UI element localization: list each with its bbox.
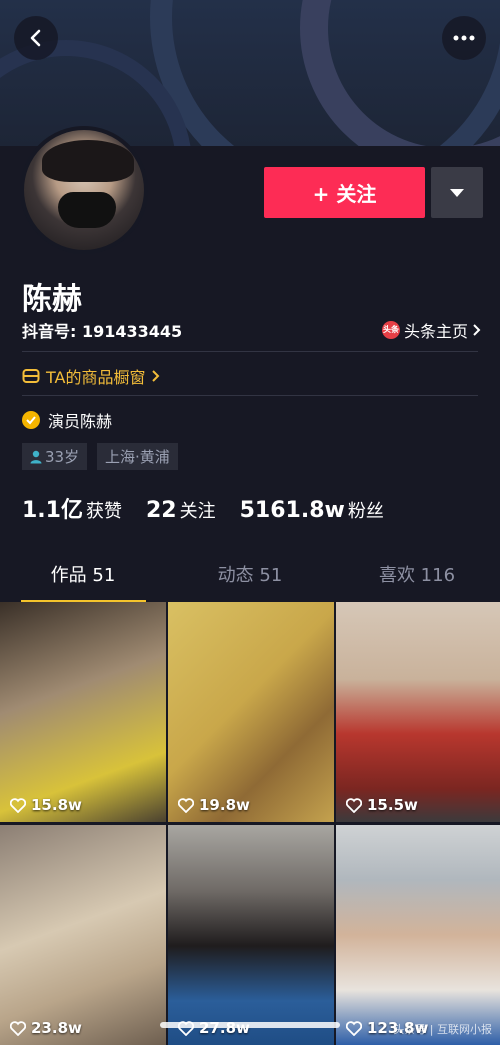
toutiao-label: 头条主页 <box>403 322 468 341</box>
heart-icon <box>346 1020 362 1036</box>
heart-icon <box>346 797 362 813</box>
follow-button[interactable]: + 关注 <box>264 167 425 218</box>
recommend-dropdown-button[interactable] <box>431 167 483 218</box>
video-likes: 15.8w <box>10 796 82 814</box>
likes-stat: 1.1亿 获赞 <box>22 498 122 523</box>
more-icon <box>453 35 475 41</box>
video-thumbnail[interactable]: 23.8w <box>0 825 166 1045</box>
person-icon <box>30 450 42 463</box>
profile-banner <box>0 0 500 146</box>
verification: 演员陈赫 <box>22 408 112 432</box>
caret-down-icon <box>450 188 464 197</box>
back-button[interactable] <box>14 16 58 60</box>
toutiao-homepage-link[interactable]: 头条 头条主页 <box>381 318 482 342</box>
profile-name: 陈赫 <box>22 282 82 317</box>
video-likes: 15.5w <box>346 796 418 814</box>
toutiao-icon: 头条 <box>381 321 400 339</box>
location-tag: 上海·黄浦 <box>97 443 178 470</box>
tab-moments[interactable]: 动态 51 <box>167 552 333 602</box>
chevron-right-icon <box>473 324 481 336</box>
followers-stat[interactable]: 5161.8w 粉丝 <box>240 497 384 523</box>
back-icon <box>30 29 41 47</box>
video-likes: 23.8w <box>10 1019 82 1037</box>
verification-label: 演员陈赫 <box>48 412 113 431</box>
heart-icon <box>178 797 194 813</box>
divider <box>22 351 478 352</box>
more-button[interactable] <box>442 16 486 60</box>
shop-label: TA的商品橱窗 <box>46 368 146 387</box>
tab-works[interactable]: 作品 51 <box>0 552 166 602</box>
home-indicator[interactable] <box>160 1022 340 1028</box>
video-thumbnail[interactable]: 123.8w 头条号 | 互联网小报 <box>336 825 500 1045</box>
chevron-right-icon <box>152 370 160 382</box>
avatar[interactable] <box>20 126 148 254</box>
shop-window-link[interactable]: TA的商品橱窗 <box>22 364 161 388</box>
video-grid: 15.8w 19.8w 15.5w 23.8w 27.8w 123.8w 头条号… <box>0 602 500 1045</box>
video-thumbnail[interactable]: 19.8w <box>168 602 334 822</box>
video-thumbnail[interactable]: 27.8w <box>168 825 334 1045</box>
heart-icon <box>10 1020 26 1036</box>
heart-icon <box>10 797 26 813</box>
watermark: 头条号 | 互联网小报 <box>393 1023 492 1036</box>
divider <box>22 395 478 396</box>
shop-icon <box>22 369 40 383</box>
douyin-id: 抖音号: 191433445 <box>22 322 183 341</box>
age-tag: 33岁 <box>22 443 88 470</box>
video-likes: 19.8w <box>178 796 250 814</box>
follow-label: + 关注 <box>312 182 377 206</box>
profile-tabs: 作品 51 动态 51 喜欢 116 <box>0 552 500 603</box>
video-thumbnail[interactable]: 15.8w <box>0 602 166 822</box>
verified-icon <box>22 411 40 429</box>
video-thumbnail[interactable]: 15.5w <box>336 602 500 822</box>
following-stat[interactable]: 22 关注 <box>146 497 216 523</box>
tab-likes[interactable]: 喜欢 116 <box>334 552 500 602</box>
profile-stats: 1.1亿 获赞 22 关注 5161.8w 粉丝 <box>22 492 384 524</box>
